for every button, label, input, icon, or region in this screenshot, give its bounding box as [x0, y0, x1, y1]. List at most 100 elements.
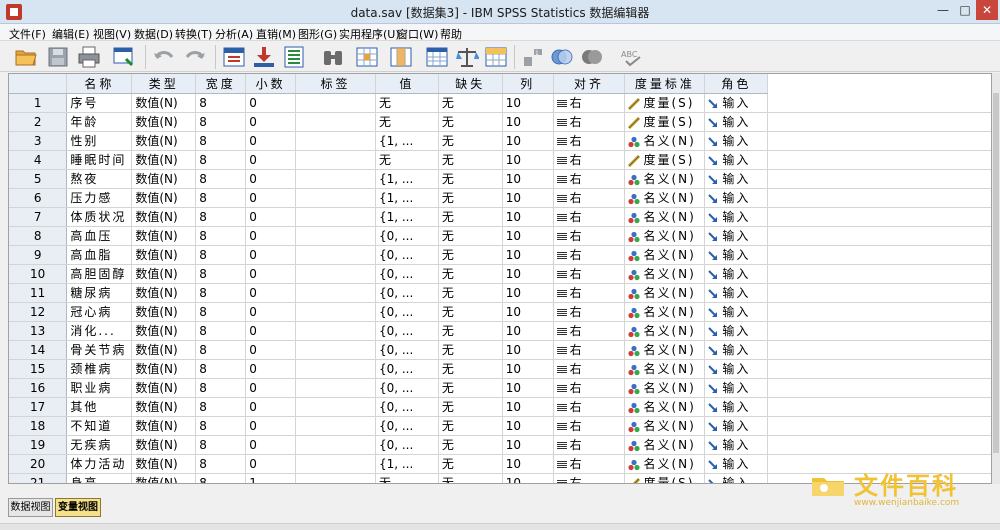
cell-width[interactable]: 8	[195, 283, 247, 303]
cell-values[interactable]: {0, ...	[375, 264, 439, 284]
cell-columns[interactable]: 10	[502, 131, 554, 151]
cell-decimals[interactable]: 0	[245, 112, 297, 132]
cell-values[interactable]: {1, ...	[375, 207, 439, 227]
cell-name[interactable]: 序号	[66, 93, 133, 113]
cell-name[interactable]: 压力感	[66, 188, 133, 208]
cell-values[interactable]: {0, ...	[375, 321, 439, 341]
minimize-button[interactable]: —	[932, 0, 954, 20]
cell-align[interactable]: 右	[553, 150, 626, 170]
cell-measure[interactable]: 名义(N)	[624, 435, 706, 455]
cell-width[interactable]: 8	[195, 473, 247, 483]
empty-grid-area[interactable]	[767, 435, 991, 455]
cell-role[interactable]: 输入	[704, 169, 769, 189]
cell-measure[interactable]: 名义(N)	[624, 416, 706, 436]
cell-type[interactable]: 数值(N)	[131, 93, 197, 113]
menu-window[interactable]: 窗口(W)	[397, 26, 438, 42]
redo-icon[interactable]	[183, 45, 207, 69]
cell-role[interactable]: 输入	[704, 416, 769, 436]
cell-align[interactable]: 右	[553, 359, 626, 379]
cell-columns[interactable]: 10	[502, 435, 554, 455]
cell-role[interactable]: 输入	[704, 150, 769, 170]
empty-grid-area[interactable]	[767, 112, 991, 132]
empty-grid-area[interactable]	[767, 264, 991, 284]
row-number[interactable]: 10	[9, 264, 68, 284]
cell-width[interactable]: 8	[195, 188, 247, 208]
cell-measure[interactable]: 名义(N)	[624, 454, 706, 474]
empty-grid-area[interactable]	[767, 169, 991, 189]
row-number[interactable]: 4	[9, 150, 68, 170]
cell-name[interactable]: 熬夜	[66, 169, 133, 189]
cell-width[interactable]: 8	[195, 112, 247, 132]
cell-missing[interactable]: 无	[438, 416, 503, 436]
cell-width[interactable]: 8	[195, 359, 247, 379]
cell-type[interactable]: 数值(N)	[131, 454, 197, 474]
cell-label[interactable]	[295, 264, 376, 284]
row-number[interactable]: 12	[9, 302, 68, 322]
row-number[interactable]: 6	[9, 188, 68, 208]
cell-name[interactable]: 冠心病	[66, 302, 133, 322]
cell-type[interactable]: 数值(N)	[131, 416, 197, 436]
cell-label[interactable]	[295, 226, 376, 246]
empty-grid-area[interactable]	[767, 131, 991, 151]
variables-icon[interactable]	[282, 45, 306, 69]
cell-type[interactable]: 数值(N)	[131, 207, 197, 227]
cell-label[interactable]	[295, 150, 376, 170]
cell-label[interactable]	[295, 169, 376, 189]
cell-decimals[interactable]: 0	[245, 131, 297, 151]
header-name[interactable]: 名称	[66, 74, 133, 94]
cell-label[interactable]	[295, 207, 376, 227]
spell-check-icon[interactable]: ABC	[620, 45, 644, 69]
cell-role[interactable]: 输入	[704, 283, 769, 303]
cell-missing[interactable]: 无	[438, 169, 503, 189]
cell-label[interactable]	[295, 454, 376, 474]
print-icon[interactable]	[77, 45, 101, 69]
cell-values[interactable]: 无	[375, 473, 439, 483]
cell-type[interactable]: 数值(N)	[131, 264, 197, 284]
cell-values[interactable]: {0, ...	[375, 302, 439, 322]
cell-align[interactable]: 右	[553, 416, 626, 436]
cell-values[interactable]: {0, ...	[375, 245, 439, 265]
cell-type[interactable]: 数值(N)	[131, 397, 197, 417]
tab-data-view[interactable]: 数据视图	[8, 498, 53, 517]
cell-role[interactable]: 输入	[704, 264, 769, 284]
insert-cases-icon[interactable]	[355, 45, 379, 69]
cell-measure[interactable]: 名义(N)	[624, 397, 706, 417]
cell-role[interactable]: 输入	[704, 302, 769, 322]
cell-columns[interactable]: 10	[502, 226, 554, 246]
header-values[interactable]: 值	[375, 74, 439, 94]
row-number[interactable]: 14	[9, 340, 68, 360]
find-icon[interactable]	[321, 45, 345, 69]
cell-values[interactable]: 无	[375, 93, 439, 113]
scrollbar-thumb[interactable]	[993, 93, 999, 453]
cell-label[interactable]	[295, 131, 376, 151]
cell-decimals[interactable]: 0	[245, 226, 297, 246]
cell-decimals[interactable]: 1	[245, 473, 297, 483]
cell-align[interactable]: 右	[553, 321, 626, 341]
cell-role[interactable]: 输入	[704, 112, 769, 132]
menu-data[interactable]: 数据(D)	[134, 26, 173, 42]
goto-variable-icon[interactable]	[252, 45, 276, 69]
cell-label[interactable]	[295, 416, 376, 436]
cell-type[interactable]: 数值(N)	[131, 378, 197, 398]
cell-columns[interactable]: 10	[502, 207, 554, 227]
cell-values[interactable]: {1, ...	[375, 169, 439, 189]
header-type[interactable]: 类型	[131, 74, 197, 94]
close-button[interactable]: ✕	[976, 0, 998, 20]
cell-width[interactable]: 8	[195, 340, 247, 360]
cell-role[interactable]: 输入	[704, 207, 769, 227]
cell-name[interactable]: 不知道	[66, 416, 133, 436]
menu-utilities[interactable]: 实用程序(U)	[339, 26, 400, 42]
cell-width[interactable]: 8	[195, 93, 247, 113]
dialog-recall-icon[interactable]	[112, 45, 136, 69]
cell-columns[interactable]: 10	[502, 93, 554, 113]
cell-align[interactable]: 右	[553, 245, 626, 265]
cell-measure[interactable]: 名义(N)	[624, 169, 706, 189]
empty-grid-area[interactable]	[767, 245, 991, 265]
cell-decimals[interactable]: 0	[245, 245, 297, 265]
cell-type[interactable]: 数值(N)	[131, 226, 197, 246]
cell-type[interactable]: 数值(N)	[131, 435, 197, 455]
cell-missing[interactable]: 无	[438, 112, 503, 132]
cell-values[interactable]: {0, ...	[375, 283, 439, 303]
cell-label[interactable]	[295, 359, 376, 379]
cell-label[interactable]	[295, 435, 376, 455]
